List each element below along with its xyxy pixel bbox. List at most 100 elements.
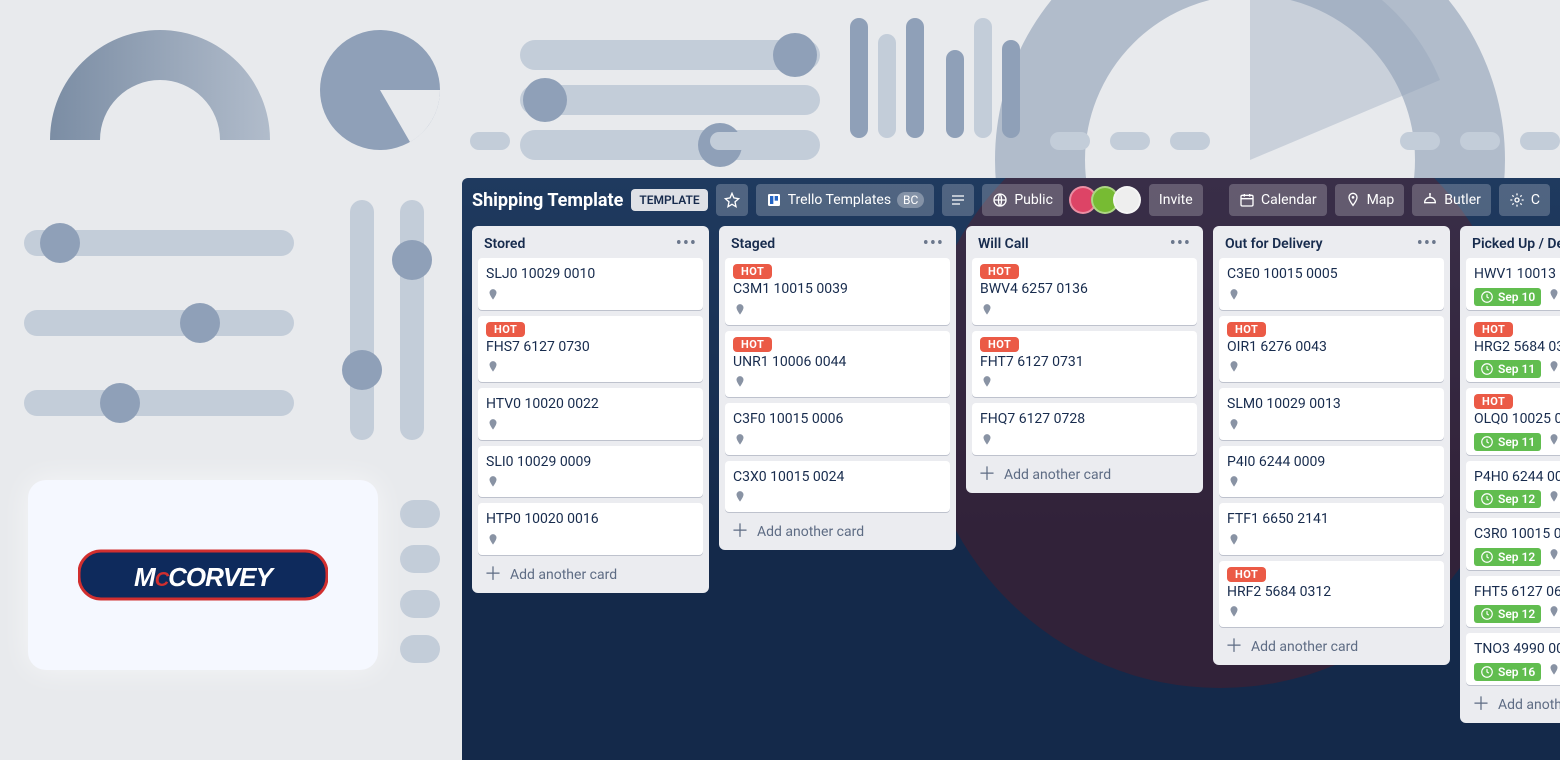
card[interactable]: C3E0 10015 0005 <box>1219 258 1444 310</box>
list-title[interactable]: Will Call <box>978 236 1029 252</box>
card[interactable]: HOTHRF2 5684 0312 <box>1219 561 1444 628</box>
card[interactable]: P4I0 6244 0009 <box>1219 446 1444 498</box>
card[interactable]: HTP0 10020 0016 <box>478 503 703 555</box>
card-title: HRF2 5684 0312 <box>1227 584 1436 602</box>
butler-icon <box>1422 192 1438 208</box>
location-badge <box>1227 475 1241 493</box>
location-badge <box>1227 360 1241 378</box>
trello-icon <box>766 192 782 208</box>
template-chip[interactable]: TEMPLATE <box>631 189 707 211</box>
location-pin-icon <box>1547 490 1560 504</box>
list-menu-button[interactable]: ••• <box>676 239 697 249</box>
card[interactable]: HOT FHS7 6127 0730 <box>478 316 703 383</box>
card-title: BWV4 6257 0136 <box>980 281 1189 299</box>
card[interactable]: HOTC3M1 10015 0039 <box>725 258 950 325</box>
list-menu-button[interactable]: ••• <box>923 239 944 249</box>
member-avatars[interactable] <box>1075 186 1141 214</box>
calendar-powerup[interactable]: Calendar <box>1229 184 1327 216</box>
map-pin-icon <box>1345 192 1361 208</box>
card[interactable]: HOT UNR1 10006 0044 <box>725 331 950 398</box>
card[interactable]: HTV0 10020 0022 <box>478 388 703 440</box>
card[interactable]: FHT5 6127 0678Sep 12 <box>1466 576 1560 628</box>
card-title: FHT5 6127 0678 <box>1474 584 1560 602</box>
location-pin-icon <box>1227 418 1241 432</box>
list-title[interactable]: Stored <box>484 236 525 252</box>
card-title: C3M1 10015 0039 <box>733 281 942 299</box>
card[interactable]: SLI0 10029 0009 <box>478 446 703 498</box>
location-badge <box>1547 663 1560 681</box>
location-badge <box>733 433 747 451</box>
butler-powerup[interactable]: Butler <box>1412 184 1491 216</box>
card-title: HTP0 10020 0016 <box>486 511 695 529</box>
list-title[interactable]: Staged <box>731 236 775 252</box>
add-card-button[interactable]: ＋Add another card <box>478 561 703 591</box>
card[interactable]: SLJ0 10029 0010 <box>478 258 703 310</box>
card-title: C3E0 10015 0005 <box>1227 266 1436 284</box>
add-card-button[interactable]: ＋Add another card <box>972 461 1197 491</box>
board-title[interactable]: Shipping Template <box>472 190 623 211</box>
card[interactable]: TNO3 4990 009 Sep 16 <box>1466 633 1560 685</box>
list-title[interactable]: Picked Up / Delivered <box>1472 236 1560 252</box>
card[interactable]: C3R0 10015 0018Sep 12 <box>1466 518 1560 570</box>
list-menu-button[interactable]: ••• <box>1417 239 1438 249</box>
add-card-button[interactable]: ＋Add another card <box>1466 691 1560 721</box>
location-pin-icon <box>980 303 994 317</box>
card[interactable]: C3F0 10015 0006 <box>725 403 950 455</box>
card-title: SLM0 10029 0013 <box>1227 396 1436 414</box>
visibility-label: Public <box>1014 192 1053 208</box>
list-menu-button[interactable]: ••• <box>1170 239 1191 249</box>
card[interactable]: HWV1 10013 004Sep 10 <box>1466 258 1560 310</box>
card-title: P4H0 6244 0008 <box>1474 469 1560 487</box>
workspace-chip[interactable]: Trello Templates BC <box>756 184 935 216</box>
invite-button[interactable]: Invite <box>1149 184 1203 216</box>
avatar[interactable] <box>1113 186 1141 214</box>
card-title: C3R0 10015 0018 <box>1474 526 1560 544</box>
map-powerup[interactable]: Map <box>1335 184 1405 216</box>
location-pin-icon <box>1547 548 1560 562</box>
card-title: OLQ0 10025 001 <box>1474 411 1560 429</box>
location-badge <box>486 360 500 378</box>
location-pin-icon <box>1227 360 1241 374</box>
location-badge <box>1227 418 1241 436</box>
add-card-button[interactable]: ＋Add another card <box>725 518 950 548</box>
card[interactable]: HOTBWV4 6257 0136 <box>972 258 1197 325</box>
extra-powerup[interactable]: C <box>1499 184 1550 216</box>
plus-icon: ＋ <box>978 468 996 482</box>
card[interactable]: HOTOLQ0 10025 001Sep 11 <box>1466 388 1560 455</box>
card[interactable]: FTF1 6650 2141 <box>1219 503 1444 555</box>
list-title[interactable]: Out for Delivery <box>1225 236 1323 252</box>
location-pin-icon <box>486 533 500 547</box>
due-date-badge: Sep 16 <box>1474 663 1541 681</box>
card[interactable]: C3X0 10015 0024 <box>725 461 950 513</box>
card[interactable]: HOTFHT7 6127 0731 <box>972 331 1197 398</box>
card[interactable]: HOTHRG2 5684 0313Sep 11 <box>1466 316 1560 383</box>
star-button[interactable] <box>716 184 748 216</box>
due-date-badge: Sep 12 <box>1474 490 1541 508</box>
list: Staged ••• HOTC3M1 10015 0039 HOT UNR1 10006… <box>719 226 956 550</box>
card[interactable]: FHQ7 6127 0728 <box>972 403 1197 455</box>
list-header: Will Call ••• <box>972 232 1197 258</box>
location-pin-icon <box>1227 605 1241 619</box>
workspace-badge: BC <box>897 192 924 208</box>
card[interactable]: P4H0 6244 0008 Sep 12 <box>1466 461 1560 513</box>
card-title: SLJ0 10029 0010 <box>486 266 695 284</box>
card-title: TNO3 4990 009 <box>1474 641 1560 659</box>
description-button[interactable] <box>942 184 974 216</box>
hot-label: HOT <box>486 322 525 337</box>
clock-icon <box>1480 290 1494 304</box>
brand-logo-card: MCCORVEY <box>28 480 378 670</box>
location-pin-icon <box>486 418 500 432</box>
card[interactable]: SLM0 10029 0013 <box>1219 388 1444 440</box>
hot-label: HOT <box>733 337 772 352</box>
visibility-chip[interactable]: Public <box>982 184 1063 216</box>
card[interactable]: HOTOIR1 6276 0043 <box>1219 316 1444 383</box>
list-header: Stored ••• <box>478 232 703 258</box>
location-pin-icon <box>486 360 500 374</box>
card-title: UNR1 10006 0044 <box>733 354 942 372</box>
list-header: Picked Up / Delivered••• <box>1466 232 1560 258</box>
add-card-button[interactable]: ＋Add another card <box>1219 633 1444 663</box>
location-badge <box>1547 360 1560 378</box>
clock-icon <box>1480 492 1494 506</box>
location-pin-icon <box>486 475 500 489</box>
card-title: FHS7 6127 0730 <box>486 339 695 357</box>
